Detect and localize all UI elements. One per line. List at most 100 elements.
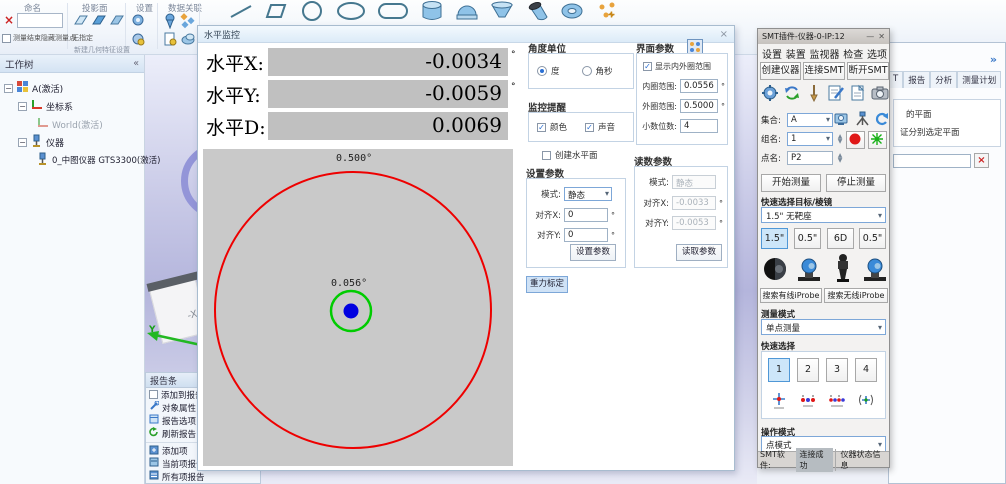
point-name-input[interactable]: P2 <box>787 151 833 165</box>
search-wired-iprobe-button[interactable]: 搜索有线iProbe <box>760 288 822 303</box>
expander-icon[interactable] <box>18 102 27 111</box>
document-icon[interactable] <box>849 84 867 105</box>
menu-options[interactable]: 选项 <box>867 46 887 61</box>
line-shape-icon[interactable] <box>228 1 254 24</box>
create-instrument-button[interactable]: 创建仪器 <box>760 62 801 80</box>
tree-item-instruments[interactable]: 仪器 <box>4 133 144 151</box>
settings-gear2-icon[interactable] <box>130 31 147 51</box>
tab-report[interactable]: 报告 <box>903 71 930 88</box>
camera-view-icon[interactable] <box>834 111 851 130</box>
sync-icon[interactable] <box>783 84 801 105</box>
create-plane-row[interactable]: 创建水平面 <box>542 149 598 161</box>
tree-item-collection[interactable]: A(激活) <box>4 79 144 97</box>
tab-measure-plan[interactable]: 测量计划 <box>957 71 1001 88</box>
multi-point-mode-icon[interactable] <box>799 392 817 413</box>
record-point-button[interactable] <box>846 131 865 149</box>
smr-prism-icon[interactable] <box>762 255 790 286</box>
doc-gear-icon[interactable] <box>162 31 179 51</box>
set-mode-dropdown[interactable]: 静态 <box>564 187 612 201</box>
quick-1-button[interactable]: 1 <box>768 358 790 382</box>
menu-monitor[interactable]: 监视器 <box>810 46 840 61</box>
search-wireless-iprobe-button[interactable]: 搜索无线iProbe <box>824 288 888 303</box>
status-instrument-label[interactable]: 仪器状态信息 <box>835 449 887 471</box>
side-panel-input[interactable] <box>893 154 971 168</box>
projection-plane-alt-icon[interactable] <box>107 12 125 31</box>
quick-2-button[interactable]: 2 <box>797 358 819 382</box>
sphere-shape-icon[interactable] <box>454 0 480 26</box>
single-point-mode-icon[interactable] <box>771 392 787 413</box>
hide-points-row[interactable]: 测量结束隐藏测量点 <box>2 33 76 43</box>
smt-titlebar[interactable]: SMT插件-仪器-0-IP:12 — ✕ <box>758 29 889 44</box>
gravity-calibration-button[interactable]: 重力标定 <box>526 276 568 293</box>
quick-4-button[interactable]: 4 <box>855 358 877 382</box>
parallelogram-shape-icon[interactable] <box>263 1 289 24</box>
connect-smt-button[interactable]: 连接SMT <box>803 62 845 80</box>
cylinder-shape-icon[interactable] <box>419 0 445 26</box>
torus-shape-icon[interactable] <box>559 0 585 26</box>
refresh-icon[interactable] <box>873 111 890 130</box>
target-1-5in-button[interactable]: 1.5" <box>761 228 788 249</box>
cone-shape-icon[interactable] <box>489 0 515 26</box>
hide-points-checkbox[interactable] <box>2 34 11 43</box>
expander-icon[interactable] <box>18 138 27 147</box>
group-spinner[interactable] <box>835 132 845 146</box>
name-input[interactable] <box>17 13 63 28</box>
tripod-icon[interactable] <box>854 111 871 130</box>
point-spinner[interactable] <box>835 151 845 165</box>
color-alert-checkbox[interactable] <box>537 123 546 132</box>
create-plane-checkbox[interactable] <box>542 151 551 160</box>
apply-set-params-button[interactable]: 设置参数 <box>570 244 616 261</box>
laser-pointer-button[interactable] <box>868 131 887 149</box>
construct-points-icon[interactable] <box>594 0 620 26</box>
set-align-y-input[interactable]: 0 <box>564 228 608 242</box>
gear-icon[interactable] <box>761 84 779 105</box>
set-align-x-input[interactable]: 0 <box>564 208 608 222</box>
target-6d-button[interactable]: 6D <box>827 228 854 249</box>
target-dropdown[interactable]: 1.5" 无靶座 <box>761 207 886 223</box>
arcsec-radio[interactable] <box>582 66 592 76</box>
report-checkbox-icon[interactable] <box>149 390 158 399</box>
plumb-icon[interactable] <box>805 84 823 105</box>
circle-shape-icon[interactable] <box>298 0 326 25</box>
inner-range-input[interactable]: 0.0556 <box>680 79 718 93</box>
tree-item-instrument-gts3300[interactable]: 0_中图仪器 GTS3300(激活) <box>4 151 144 169</box>
projection-plane-icon[interactable] <box>71 12 89 31</box>
location-pin-icon[interactable] <box>162 12 179 32</box>
collapse-panel-icon[interactable]: « <box>133 58 139 69</box>
collection-dropdown[interactable]: A <box>787 113 833 127</box>
expand-panel-icon[interactable]: » <box>990 53 997 66</box>
menu-settings[interactable]: 设置 <box>762 46 782 61</box>
slot-shape-icon[interactable] <box>376 0 410 25</box>
scan-points-mode-icon[interactable] <box>828 392 846 413</box>
points-group-icon[interactable] <box>180 12 197 32</box>
point-cloud-icon[interactable] <box>180 31 197 51</box>
disconnect-smt-button[interactable]: 断开SMT <box>847 62 889 80</box>
tprobe-icon[interactable] <box>830 253 856 286</box>
read-params-button[interactable]: 读取参数 <box>676 244 722 261</box>
target-0-5in-b-button[interactable]: 0.5" <box>859 228 886 249</box>
outer-range-input[interactable]: 0.5000 <box>680 99 718 113</box>
show-range-checkbox[interactable] <box>643 62 652 71</box>
clear-name-icon[interactable]: × <box>4 14 14 26</box>
tree-item-world[interactable]: World(激活) <box>4 115 144 133</box>
quick-3-button[interactable]: 3 <box>826 358 848 382</box>
degree-radio[interactable] <box>537 66 547 76</box>
menu-device[interactable]: 装置 <box>786 46 806 61</box>
close-icon[interactable] <box>720 29 728 40</box>
camera-icon[interactable] <box>871 84 889 105</box>
prism-mount-2-icon[interactable] <box>862 257 888 286</box>
tab-analysis[interactable]: 分析 <box>930 71 957 88</box>
group-dropdown[interactable]: 1 <box>787 132 833 146</box>
stop-measure-button[interactable]: 停止测量 <box>826 174 886 192</box>
tilted-cylinder-shape-icon[interactable] <box>524 0 550 26</box>
clear-input-icon[interactable]: × <box>974 153 989 168</box>
measure-mode-dropdown[interactable]: 单点测量 <box>761 319 886 335</box>
report-item-all-items[interactable]: 所有项报告 <box>146 470 260 483</box>
target-0-5in-button[interactable]: 0.5" <box>794 228 821 249</box>
tree-item-coordsys[interactable]: 坐标系 <box>4 97 144 115</box>
expander-icon[interactable] <box>4 84 13 93</box>
start-measure-button[interactable]: 开始测量 <box>761 174 821 192</box>
close-icon[interactable]: ✕ <box>878 32 885 41</box>
settings-gear-icon[interactable] <box>130 12 147 32</box>
edit-document-icon[interactable] <box>827 84 845 105</box>
